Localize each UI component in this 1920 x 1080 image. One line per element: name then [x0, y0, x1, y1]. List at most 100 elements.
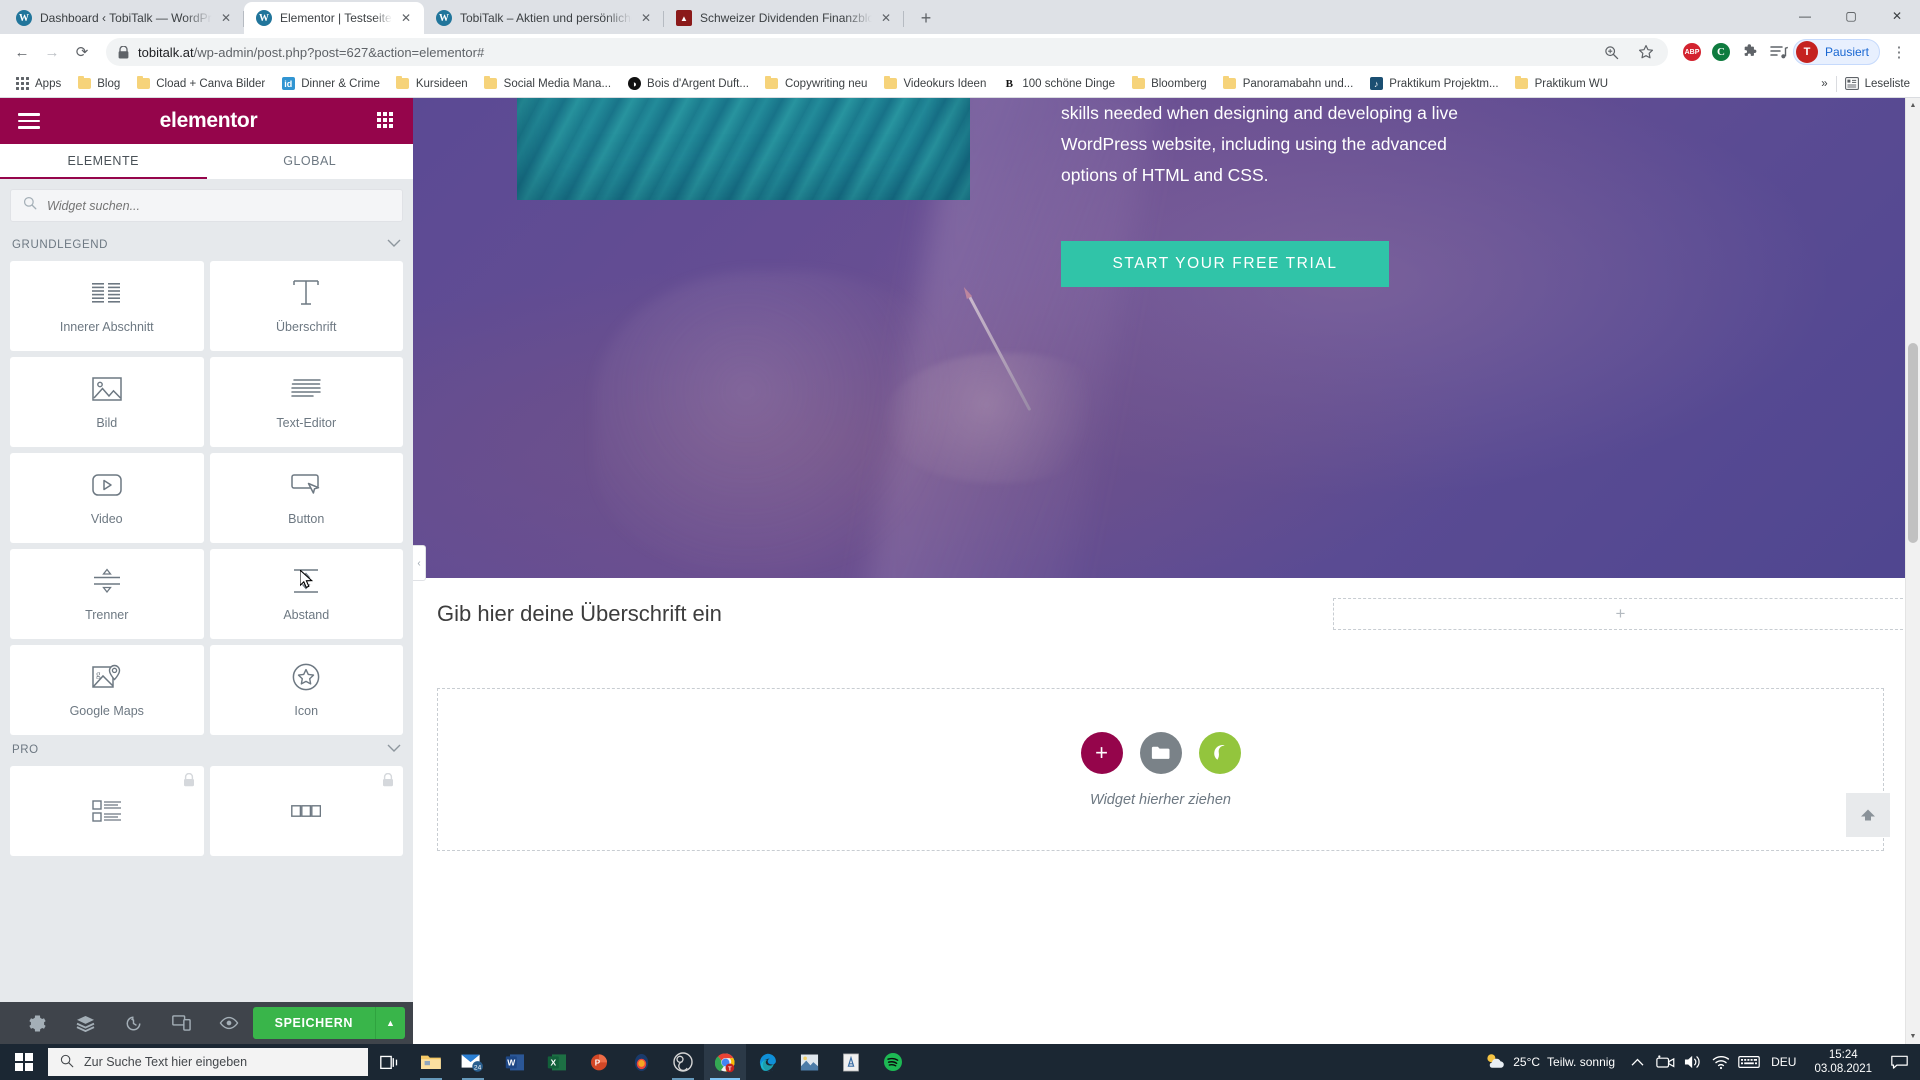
- extensions-puzzle-icon[interactable]: [1740, 42, 1760, 62]
- eye-preview-icon[interactable]: [205, 1002, 253, 1044]
- minimize-button[interactable]: —: [1782, 0, 1828, 32]
- chevron-down-icon[interactable]: [387, 239, 401, 251]
- reading-list-icon[interactable]: [1769, 42, 1789, 62]
- bookmark-item[interactable]: Copywriting neu: [758, 74, 874, 94]
- windows-start-icon[interactable]: [0, 1044, 48, 1080]
- zoom-icon[interactable]: [1602, 42, 1622, 62]
- tab-elemente[interactable]: ELEMENTE: [0, 144, 207, 179]
- maximize-button[interactable]: ▢: [1828, 0, 1874, 32]
- widget-button[interactable]: Button: [209, 453, 403, 543]
- reload-icon[interactable]: ⟳: [68, 38, 96, 66]
- star-icon[interactable]: [1636, 42, 1656, 62]
- photos-icon[interactable]: [788, 1044, 830, 1080]
- close-window-button[interactable]: ✕: [1874, 0, 1920, 32]
- bookmark-item[interactable]: Panoramabahn und...: [1216, 74, 1361, 94]
- file-explorer-icon[interactable]: [410, 1044, 452, 1080]
- scroll-down-arrow-icon[interactable]: ▼: [1906, 1029, 1920, 1044]
- layers-icon[interactable]: [62, 1002, 110, 1044]
- sharex-icon[interactable]: [620, 1044, 662, 1080]
- hamburger-menu-icon[interactable]: [18, 113, 40, 129]
- bookmark-item[interactable]: Praktikum WU: [1508, 74, 1615, 94]
- widget-trenner[interactable]: Trenner: [10, 549, 204, 639]
- bookmark-apps[interactable]: Apps: [8, 74, 68, 94]
- bookmark-item[interactable]: Bloomberg: [1124, 74, 1214, 94]
- keyboard-icon[interactable]: [1735, 1044, 1763, 1080]
- browser-tab[interactable]: TobiTalk – Aktien und persönliche ✕: [424, 2, 664, 34]
- browser-tab[interactable]: Schweizer Dividenden Finanzblog ✕: [664, 2, 904, 34]
- weather-widget[interactable]: 25°C Teilw. sonnig: [1476, 1044, 1623, 1080]
- bookmark-item[interactable]: id Dinner & Crime: [274, 74, 387, 94]
- panel-collapse-button[interactable]: ‹: [413, 545, 426, 581]
- bookmark-item[interactable]: ♪ Praktikum Projektm...: [1362, 74, 1505, 94]
- forward-icon[interactable]: →: [38, 38, 66, 66]
- gear-icon[interactable]: [14, 1002, 62, 1044]
- bookmark-item[interactable]: B 100 schöne Dinge: [995, 74, 1122, 94]
- widget-icon[interactable]: Icon: [209, 645, 403, 735]
- widget-video[interactable]: Video: [10, 453, 204, 543]
- bookmark-item[interactable]: Kursideen: [389, 74, 475, 94]
- widget-google-maps[interactable]: g Google Maps: [10, 645, 204, 735]
- close-icon[interactable]: ✕: [878, 10, 894, 26]
- new-tab-button[interactable]: +: [912, 4, 940, 32]
- scroll-up-arrow-icon[interactable]: ▲: [1906, 98, 1920, 113]
- adblock-plus-icon[interactable]: ABP: [1682, 42, 1702, 62]
- widget-innerer-abschnitt[interactable]: Innerer Abschnitt: [10, 261, 204, 351]
- powerpoint-icon[interactable]: P: [578, 1044, 620, 1080]
- save-button[interactable]: SPEICHERN: [252, 1007, 376, 1039]
- folder-icon[interactable]: [1139, 731, 1182, 774]
- browser-tab-active[interactable]: Elementor | Testseite ✕: [244, 2, 424, 34]
- excel-icon[interactable]: X: [536, 1044, 578, 1080]
- widget-text-editor[interactable]: Text-Editor: [209, 357, 403, 447]
- show-hidden-icons-icon[interactable]: [1623, 1044, 1651, 1080]
- mail-icon[interactable]: 24: [452, 1044, 494, 1080]
- close-icon[interactable]: ✕: [218, 10, 234, 26]
- widget-pro-portfolio[interactable]: [209, 766, 403, 856]
- task-view-icon[interactable]: [368, 1044, 410, 1080]
- history-icon[interactable]: [109, 1002, 157, 1044]
- profile-button[interactable]: T Pausiert: [1792, 39, 1880, 65]
- browser-tab[interactable]: Dashboard ‹ TobiTalk — WordPre ✕: [4, 2, 244, 34]
- back-to-top-button[interactable]: [1846, 793, 1890, 837]
- save-options-caret-icon[interactable]: ▲: [375, 1007, 406, 1039]
- ghostery-icon[interactable]: C: [1711, 42, 1731, 62]
- clock[interactable]: 15:24 03.08.2021: [1804, 1048, 1882, 1076]
- search-box[interactable]: [10, 189, 403, 222]
- tab-global[interactable]: GLOBAL: [207, 144, 414, 179]
- add-section-placeholder[interactable]: +: [1333, 598, 1908, 630]
- notification-center-icon[interactable]: [1882, 1044, 1916, 1080]
- taskbar-search[interactable]: Zur Suche Text hier eingeben: [48, 1048, 368, 1076]
- responsive-mode-icon[interactable]: [157, 1002, 205, 1044]
- reading-list-button[interactable]: Leseliste: [1844, 77, 1910, 91]
- address-bar[interactable]: tobitalk.at /wp-admin/post.php?post=627&…: [106, 38, 1668, 66]
- category-pro-header[interactable]: PRO: [10, 735, 403, 766]
- language-indicator[interactable]: DEU: [1763, 1044, 1804, 1080]
- plus-icon[interactable]: +: [1080, 731, 1123, 774]
- cta-button[interactable]: START YOUR FREE TRIAL: [1061, 241, 1389, 287]
- wifi-icon[interactable]: [1707, 1044, 1735, 1080]
- widget-pro-posts[interactable]: [10, 766, 204, 856]
- close-icon[interactable]: ✕: [638, 10, 654, 26]
- widget-abstand[interactable]: Abstand: [209, 549, 403, 639]
- hero-section[interactable]: skills needed when designing and develop…: [413, 98, 1920, 578]
- bookmark-item[interactable]: Cload + Canva Bilder: [129, 74, 272, 94]
- section-heading[interactable]: Gib hier deine Überschrift ein: [425, 601, 722, 627]
- close-icon[interactable]: ✕: [398, 10, 414, 26]
- chrome-icon[interactable]: T: [704, 1044, 746, 1080]
- spotify-icon[interactable]: [872, 1044, 914, 1080]
- widget-ueberschrift[interactable]: Überschrift: [209, 261, 403, 351]
- scrollbar-thumb[interactable]: [1908, 343, 1918, 543]
- widget-dropzone[interactable]: + Widget hierher ziehen: [437, 688, 1884, 851]
- volume-icon[interactable]: [1679, 1044, 1707, 1080]
- word-icon[interactable]: W: [494, 1044, 536, 1080]
- overflow-chevron-icon[interactable]: »: [1821, 78, 1827, 90]
- bookmark-item[interactable]: Social Media Mana...: [477, 74, 618, 94]
- search-input[interactable]: [47, 198, 390, 213]
- elementor-leaf-icon[interactable]: [1198, 731, 1241, 774]
- widget-bild[interactable]: Bild: [10, 357, 204, 447]
- bookmark-item[interactable]: Videokurs Ideen: [876, 74, 993, 94]
- back-icon[interactable]: ←: [8, 38, 36, 66]
- bookmark-item[interactable]: ◑ Bois d'Argent Duft...: [620, 74, 756, 94]
- chevron-down-icon[interactable]: [387, 744, 401, 756]
- category-grundlegend-header[interactable]: GRUNDLEGEND: [10, 230, 403, 261]
- obs-icon[interactable]: [662, 1044, 704, 1080]
